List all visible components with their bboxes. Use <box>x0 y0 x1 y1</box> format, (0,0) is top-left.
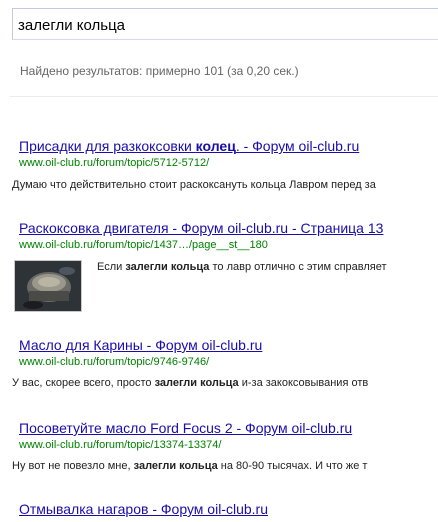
result-title-link[interactable]: Отмывалка нагаров - Форум oil-club.ru <box>19 501 268 517</box>
result-title-link[interactable]: Посоветуйте масло Ford Focus 2 - Форум o… <box>19 420 352 436</box>
result-snippet-highlight: залегли кольца <box>133 460 218 472</box>
result-snippet-highlight: залегли кольца <box>154 377 239 389</box>
result-title-text: Посоветуйте масло Ford Focus 2 - Форум o… <box>19 420 353 436</box>
result-snippet: Думаю что действительно стоит раскоксану… <box>12 179 376 191</box>
engine-part-photo-thumbnail[interactable] <box>14 260 82 312</box>
result-snippet-text-end: на 80-90 тысячах. И что же т <box>217 460 368 472</box>
result-snippet-text-end: то лавр отлично с этим справляет <box>209 261 387 273</box>
result-url: www.oil-club.ru/forum/topic/5712-5712/ <box>19 157 210 169</box>
result-snippet-text: Если <box>97 261 126 273</box>
result-title-link[interactable]: Присадки для разкоксовки колец. - Форум … <box>19 138 359 154</box>
result-snippet-highlight: залегли кольца <box>125 261 210 273</box>
thumbnail-image <box>15 261 81 311</box>
result-snippet: Если залегли кольца то лавр отлично с эт… <box>97 261 387 273</box>
result-snippet: Ну вот не повезло мне, залегли кольца на… <box>12 460 367 472</box>
result-title-link[interactable]: Раскоксовка двигателя - Форум oil-club.r… <box>19 220 383 236</box>
result-snippet-text-end: и-за закоксовывания отв <box>238 377 369 389</box>
result-url: www.oil-club.ru/forum/topic/1437…/page__… <box>19 239 268 251</box>
search-query-text: залегли кольца <box>18 17 125 34</box>
result-title-text-end: . - Форум oil-club.ru <box>235 138 360 154</box>
result-title-link[interactable]: Масло для Карины - Форум oil-club.ru <box>19 337 262 353</box>
divider <box>10 96 438 97</box>
result-snippet: У вас, скорее всего, просто залегли коль… <box>12 377 368 389</box>
result-url: www.oil-club.ru/forum/topic/9746-9746/ <box>19 356 210 368</box>
result-snippet-text: Думаю что действительно стоит раскоксану… <box>12 179 376 191</box>
result-title-highlight: колец <box>195 138 236 154</box>
result-title-text: Масло для Карины - Форум oil-club.ru <box>19 337 263 353</box>
result-title-text: Отмывалка нагаров - Форум oil-club.ru <box>19 501 268 517</box>
result-title-text: Раскоксовка двигателя - Форум oil-club.r… <box>19 220 384 236</box>
result-stats: Найдено результатов: примерно 101 (за 0,… <box>20 64 299 78</box>
result-url: www.oil-club.ru/forum/topic/13374-13374/ <box>19 439 222 451</box>
result-snippet-text: У вас, скорее всего, просто <box>12 377 155 389</box>
result-snippet-text: Ну вот не повезло мне, <box>12 460 134 472</box>
result-title-text: Присадки для разкоксовки <box>19 138 196 154</box>
search-input[interactable]: залегли кольца <box>12 8 438 40</box>
